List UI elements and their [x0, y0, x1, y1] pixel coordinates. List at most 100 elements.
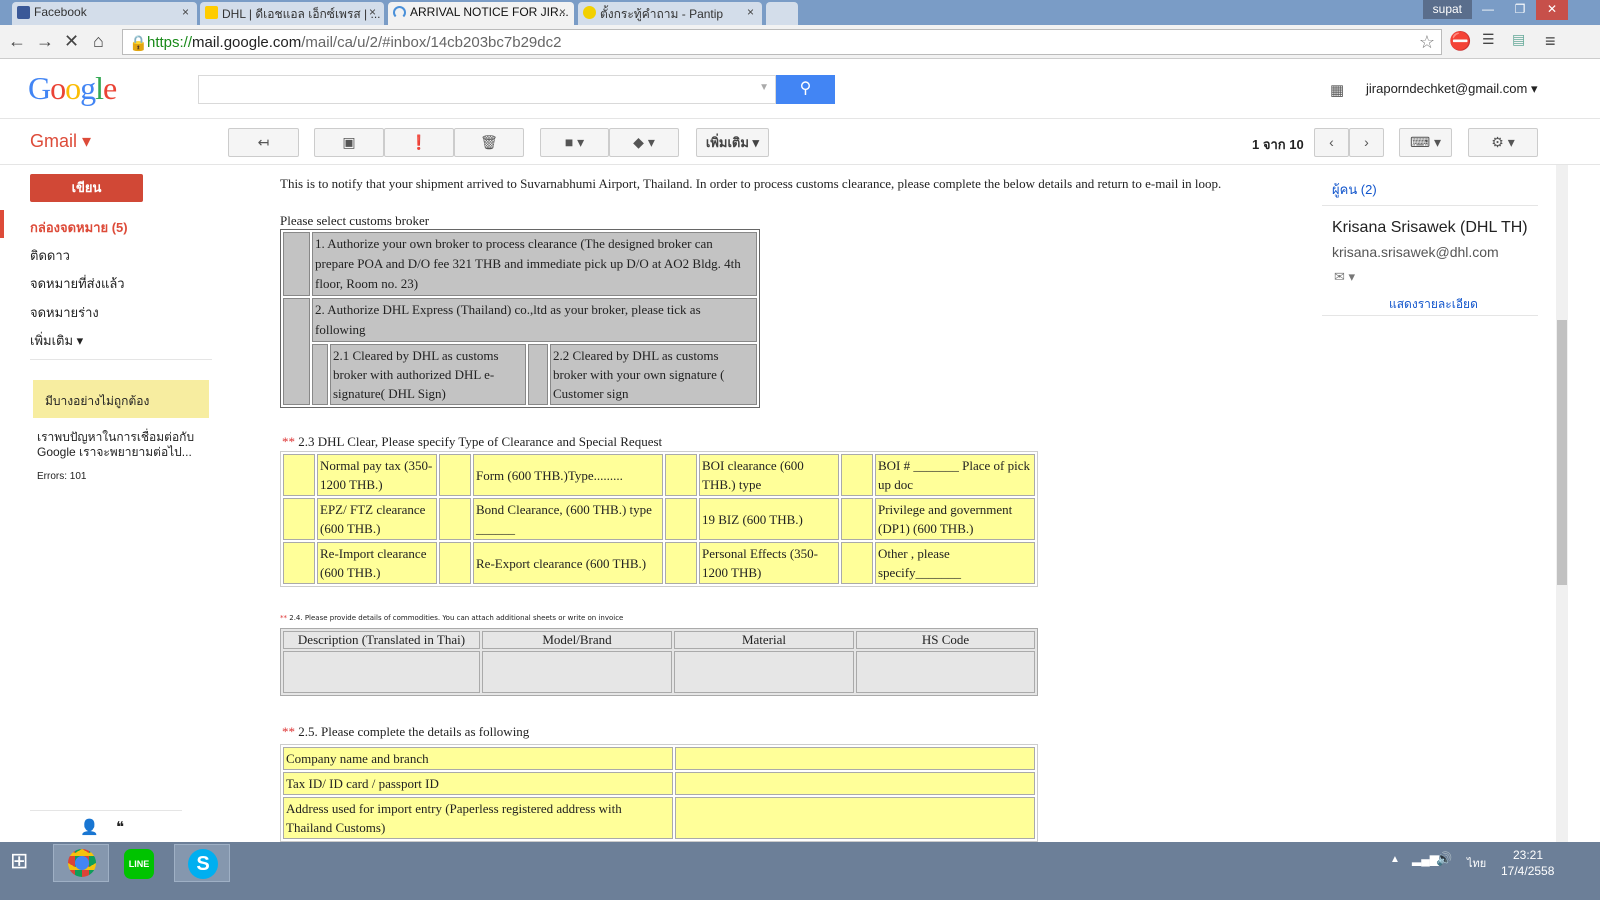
move-to-button[interactable]: ■ ▾: [540, 128, 609, 157]
option-1-checkbox[interactable]: [283, 232, 310, 296]
hs-code-cell[interactable]: [856, 651, 1035, 693]
detail-value[interactable]: [675, 772, 1035, 795]
tray-expand-icon[interactable]: ▲: [1390, 854, 1400, 865]
sidebar-item-starred[interactable]: ติดดาว: [30, 245, 70, 266]
clearance-checkbox[interactable]: [283, 498, 315, 540]
commodities-table: Description (Translated in Thai) Model/Br…: [280, 628, 1038, 696]
extension-docs-icon[interactable]: ▤: [1512, 31, 1525, 48]
clearance-checkbox[interactable]: [283, 542, 315, 584]
skype-taskbar-button[interactable]: S: [174, 844, 230, 882]
adblock-icon[interactable]: ⛔: [1449, 31, 1471, 52]
volume-icon[interactable]: 🔊: [1436, 851, 1452, 867]
show-details-link[interactable]: แสดงรายละเอียด: [1389, 295, 1478, 314]
url-bar[interactable]: 🔒 https://mail.google.com/mail/ca/u/2/#in…: [122, 29, 1442, 55]
clearance-checkbox[interactable]: [665, 542, 697, 584]
detail-value[interactable]: [675, 797, 1035, 839]
contacts-icon[interactable]: 👤: [80, 818, 99, 836]
detail-value[interactable]: [675, 747, 1035, 770]
mail-icon[interactable]: ✉ ▾: [1334, 269, 1355, 285]
clearance-checkbox[interactable]: [283, 454, 315, 496]
clearance-checkbox[interactable]: [439, 542, 471, 584]
labels-button[interactable]: ◆ ▾: [609, 128, 679, 157]
tab-arrival-notice[interactable]: ARRIVAL NOTICE FOR JIR... ×: [388, 2, 574, 25]
option-2-2-checkbox[interactable]: [528, 344, 548, 405]
more-button[interactable]: เพิ่มเติม ▾: [696, 128, 769, 157]
windows-start-icon[interactable]: ⊞: [10, 848, 28, 874]
google-header: Google ▼ ⚲ ▦ jiraporndechket@gmail.com ▾: [0, 59, 1600, 119]
compose-button[interactable]: เขียน: [30, 174, 143, 202]
close-window-icon[interactable]: ✕: [1536, 0, 1568, 20]
clearance-checkbox[interactable]: [841, 542, 873, 584]
material-cell[interactable]: [674, 651, 854, 693]
older-button[interactable]: ›: [1349, 128, 1384, 157]
menu-icon[interactable]: ≡: [1545, 31, 1556, 52]
model-cell[interactable]: [482, 651, 672, 693]
report-spam-button[interactable]: ❗: [384, 128, 454, 157]
lock-icon: 🔒: [129, 35, 148, 52]
intro-text: This is to notify that your shipment arr…: [280, 176, 1222, 191]
contact-name: Krisana Srisawek (DHL TH): [1332, 219, 1528, 236]
home-icon[interactable]: ⌂: [93, 31, 104, 52]
option-2-1-checkbox[interactable]: [312, 344, 328, 405]
account-menu[interactable]: jiraporndechket@gmail.com ▾: [1366, 81, 1537, 97]
stop-icon[interactable]: ✕: [64, 31, 79, 52]
clearance-checkbox[interactable]: [665, 454, 697, 496]
active-indicator: [0, 210, 4, 238]
sidebar-item-more[interactable]: เพิ่มเติม ▾: [30, 330, 83, 351]
line-taskbar-button[interactable]: LINE: [111, 844, 167, 882]
chevron-down-icon[interactable]: ▼: [759, 82, 769, 93]
chrome-taskbar-button[interactable]: [53, 844, 109, 882]
facebook-icon: [17, 6, 30, 19]
settings-button[interactable]: ⚙ ▾: [1468, 128, 1538, 157]
close-icon[interactable]: ×: [747, 5, 754, 19]
option-2-checkbox[interactable]: [283, 298, 310, 405]
clearance-checkbox[interactable]: [841, 454, 873, 496]
detail-label: Company name and branch: [283, 747, 673, 770]
clearance-checkbox[interactable]: [665, 498, 697, 540]
broker-heading: Please select customs broker: [280, 213, 430, 228]
clearance-row: EPZ/ FTZ clearance (600 THB.) Bond Cleara…: [283, 498, 1035, 540]
clearance-checkbox[interactable]: [439, 498, 471, 540]
people-link[interactable]: ผู้คน (2): [1332, 179, 1377, 200]
tab-facebook[interactable]: Facebook ×: [12, 2, 197, 25]
language-indicator[interactable]: ไทย: [1467, 854, 1486, 872]
close-icon[interactable]: ×: [559, 5, 566, 19]
google-logo[interactable]: Google: [28, 70, 117, 107]
error-count: Errors: 101: [37, 471, 87, 482]
archive-button[interactable]: ▣: [314, 128, 384, 157]
extension-icon[interactable]: ☰: [1482, 31, 1495, 48]
sidebar-item-inbox[interactable]: กล่องจดหมาย (5): [30, 217, 128, 238]
profile-name[interactable]: supat: [1422, 0, 1472, 19]
search-input[interactable]: ▼: [198, 75, 776, 104]
scrollbar-thumb[interactable]: [1557, 320, 1567, 585]
description-cell[interactable]: [283, 651, 480, 693]
hangouts-icon[interactable]: ❝: [116, 818, 124, 836]
close-icon[interactable]: ×: [182, 5, 189, 19]
apps-grid-icon[interactable]: ▦: [1330, 81, 1344, 99]
input-tools-button[interactable]: ⌨ ▾: [1399, 128, 1452, 157]
tab-pantip[interactable]: ตั้งกระทู้คำถาม - Pantip ×: [578, 2, 762, 25]
sidebar-item-drafts[interactable]: จดหมายร่าง: [30, 302, 99, 323]
network-icon[interactable]: ▂▄▆: [1412, 852, 1439, 866]
tab-dhl[interactable]: DHL | ดีเอชแอล เอ็กซ์เพรส | ... ×: [200, 2, 384, 25]
bookmark-star-icon[interactable]: ☆: [1419, 32, 1435, 53]
sidebar-item-sent[interactable]: จดหมายที่ส่งแล้ว: [30, 273, 125, 294]
clearance-option: EPZ/ FTZ clearance (600 THB.): [317, 498, 437, 540]
clock-date[interactable]: 17/4/2558: [1501, 864, 1554, 878]
clock-time[interactable]: 23:21: [1513, 848, 1543, 862]
search-button[interactable]: ⚲: [776, 75, 835, 104]
newer-button[interactable]: ‹: [1314, 128, 1349, 157]
back-to-inbox-button[interactable]: ↤: [228, 128, 299, 157]
clearance-checkbox[interactable]: [841, 498, 873, 540]
new-tab-button[interactable]: [766, 2, 798, 25]
clearance-option: Re-Export clearance (600 THB.): [473, 542, 663, 584]
restore-icon[interactable]: ❐: [1504, 0, 1536, 20]
search-icon: ⚲: [799, 80, 812, 97]
forward-icon[interactable]: →: [36, 31, 54, 52]
minimize-icon[interactable]: —: [1472, 0, 1504, 20]
delete-button[interactable]: 🗑: [454, 128, 524, 157]
gmail-menu[interactable]: Gmail ▾: [30, 131, 91, 152]
close-icon[interactable]: ×: [369, 5, 376, 19]
clearance-checkbox[interactable]: [439, 454, 471, 496]
back-icon[interactable]: ←: [8, 31, 26, 52]
